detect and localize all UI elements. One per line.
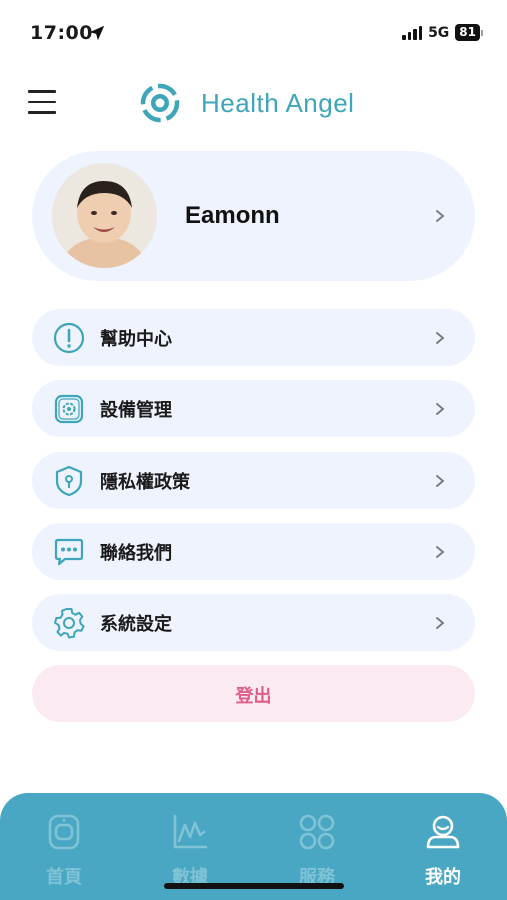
help-info-icon [53,322,85,354]
tab-home[interactable]: 首頁 [4,793,124,900]
data-chart-icon [173,814,208,849]
chevron-right-icon [436,210,445,222]
chevron-right-icon [436,546,445,558]
hamburger-menu-icon[interactable] [28,90,58,116]
status-bar: 17:00 5G 81 [0,0,507,70]
menu-item-help-center[interactable]: 幫助中心 [32,309,475,366]
cellular-signal-icon [402,25,423,40]
avatar [52,163,157,268]
logout-label: 登出 [235,686,272,707]
profile-person-icon [426,815,460,849]
profile-card[interactable]: Eamonn [32,151,475,281]
app-header: Health Angel [0,75,507,135]
battery-icon: 81 [455,24,483,41]
health-angel-logo-icon [140,83,180,123]
menu-item-label: 幫助中心 [100,329,172,350]
logout-button[interactable]: 登出 [32,665,475,722]
tab-label: 我的 [425,867,461,888]
status-time: 17:00 [30,22,93,44]
tab-profile[interactable]: 我的 [383,793,503,900]
status-indicators: 5G 81 [402,24,483,41]
shield-lock-icon [55,465,83,497]
chevron-right-icon [436,332,445,344]
menu-item-label: 聯絡我們 [100,543,172,564]
menu-item-contact-us[interactable]: 聯絡我們 [32,523,475,580]
menu-item-system-settings[interactable]: 系統設定 [32,594,475,651]
chevron-right-icon [436,475,445,487]
chevron-right-icon [436,403,445,415]
chat-bubble-icon [54,538,84,566]
network-type: 5G [428,24,450,41]
battery-level: 81 [455,24,480,41]
menu-item-device-management[interactable]: 設備管理 [32,380,475,437]
home-device-icon [48,814,80,850]
menu-item-label: 設備管理 [100,400,172,421]
tab-label: 首頁 [46,867,82,888]
app-title: Health Angel [201,88,355,118]
menu-item-label: 系統設定 [100,614,172,635]
services-grid-icon [299,814,335,850]
chevron-right-icon [436,617,445,629]
device-gear-icon [54,394,84,424]
location-arrow-icon [89,25,105,41]
menu-item-label: 隱私權政策 [100,472,190,493]
home-indicator[interactable] [164,883,344,889]
settings-gear-icon [54,608,85,639]
menu-item-privacy-policy[interactable]: 隱私權政策 [32,452,475,509]
profile-name: Eamonn [185,202,280,229]
